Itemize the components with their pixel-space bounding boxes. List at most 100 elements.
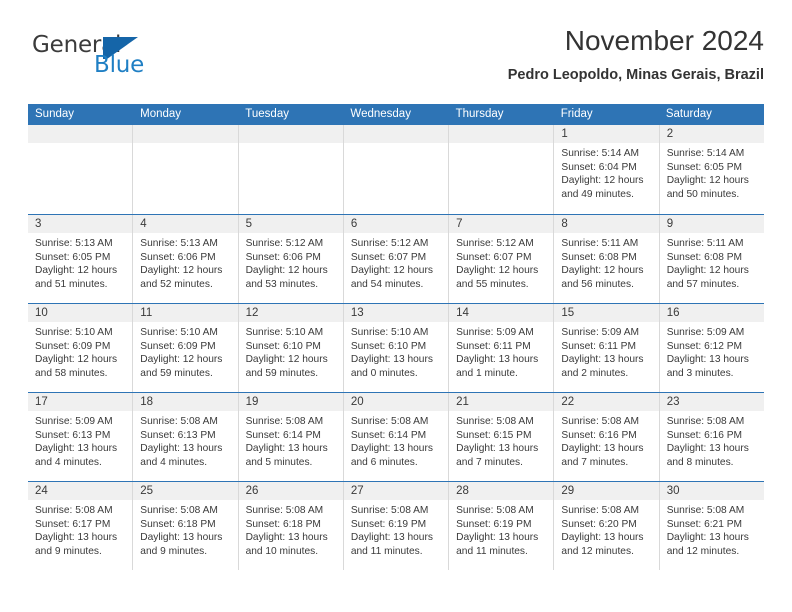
weekday-header-wednesday: Wednesday [350, 108, 411, 120]
calendar-day-cell[interactable]: 16 Sunrise: 5:09 AM Sunset: 6:12 PM Dayligh… [658, 304, 764, 392]
day-sun-info: Sunrise: 5:13 AM Sunset: 6:05 PM Daylight:… [28, 233, 132, 291]
calendar-day-cell[interactable]: 9 Sunrise: 5:11 AM Sunset: 6:08 PM Daylight… [658, 215, 764, 303]
day-number: 10 [28, 304, 133, 322]
daylight-text: Daylight: 12 hours and 51 minutes. [35, 265, 118, 290]
calendar-day-cell-empty [28, 125, 133, 214]
calendar-day-cell[interactable]: 29 Sunrise: 5:08 AM Sunset: 6:20 PM Dayligh… [553, 482, 659, 570]
sunset-text: Sunset: 6:10 PM [245, 340, 321, 352]
day-number: 26 [238, 482, 343, 500]
daylight-text: Daylight: 13 hours and 4 minutes. [35, 443, 118, 468]
day-sun-info: Sunrise: 5:08 AM Sunset: 6:13 PM Daylight:… [133, 411, 237, 469]
sunset-text: Sunset: 6:19 PM [456, 518, 532, 530]
day-number: 13 [343, 304, 449, 322]
day-number: 4 [133, 215, 238, 233]
calendar-day-cell[interactable]: 13 Sunrise: 5:10 AM Sunset: 6:10 PM Dayligh… [342, 304, 449, 392]
calendar-day-cell[interactable]: 12 Sunrise: 5:10 AM Sunset: 6:10 PM Dayligh… [237, 304, 343, 392]
daylight-text: Daylight: 12 hours and 58 minutes. [35, 354, 118, 379]
sunrise-text: Sunrise: 5:08 AM [245, 505, 324, 516]
calendar-day-cell[interactable]: 26 Sunrise: 5:08 AM Sunset: 6:18 PM Dayligh… [237, 482, 343, 570]
calendar-week-row: 17 Sunrise: 5:09 AM Sunset: 6:13 PM Dayligh… [28, 392, 764, 481]
calendar-day-cell[interactable]: 28 Sunrise: 5:08 AM Sunset: 6:19 PM Dayligh… [448, 482, 554, 570]
sunset-text: Sunset: 6:05 PM [35, 251, 111, 263]
sunrise-text: Sunrise: 5:09 AM [35, 416, 113, 427]
calendar-day-cell[interactable]: 5 Sunrise: 5:12 AM Sunset: 6:06 PM Daylight… [237, 215, 343, 303]
calendar-day-cell[interactable]: 25 Sunrise: 5:08 AM Sunset: 6:18 PM Dayligh… [132, 482, 238, 570]
day-number: 12 [238, 304, 343, 322]
calendar-day-cell[interactable]: 7 Sunrise: 5:12 AM Sunset: 6:07 PM Daylight… [448, 215, 554, 303]
calendar-grid: Sunday Monday Tuesday Wednesday Thursday… [28, 104, 764, 570]
calendar-day-cell[interactable]: 21 Sunrise: 5:08 AM Sunset: 6:15 PM Dayligh… [448, 393, 554, 481]
day-sun-info: Sunrise: 5:10 AM Sunset: 6:09 PM Daylight:… [28, 322, 132, 380]
daylight-text: Daylight: 12 hours and 56 minutes. [561, 265, 644, 290]
calendar-week-row: 1 Sunrise: 5:14 AM Sunset: 6:04 PM Daylight… [28, 125, 764, 214]
day-number: 23 [659, 393, 764, 411]
calendar-day-cell[interactable]: 2 Sunrise: 5:14 AM Sunset: 6:05 PM Daylight… [658, 125, 764, 214]
logo-text-blue: Blue [94, 52, 145, 78]
weekday-header-sunday: Sunday [35, 108, 75, 120]
day-number: 29 [554, 482, 659, 500]
calendar-day-cell[interactable]: 23 Sunrise: 5:08 AM Sunset: 6:16 PM Dayligh… [658, 393, 764, 481]
day-number: 1 [554, 125, 659, 143]
sunset-text: Sunset: 6:09 PM [140, 340, 216, 352]
calendar-day-cell[interactable]: 15 Sunrise: 5:09 AM Sunset: 6:11 PM Dayligh… [553, 304, 659, 392]
sunrise-text: Sunrise: 5:08 AM [350, 505, 429, 516]
day-sun-info: Sunrise: 5:08 AM Sunset: 6:19 PM Daylight:… [344, 500, 448, 558]
calendar-day-cell[interactable]: 24 Sunrise: 5:08 AM Sunset: 6:17 PM Dayligh… [28, 482, 133, 570]
day-sun-info: Sunrise: 5:08 AM Sunset: 6:14 PM Daylight:… [239, 411, 343, 469]
sunrise-text: Sunrise: 5:08 AM [666, 505, 745, 516]
day-number: 27 [343, 482, 449, 500]
day-sun-info: Sunrise: 5:08 AM Sunset: 6:19 PM Daylight:… [449, 500, 553, 558]
day-number [238, 125, 343, 143]
day-sun-info: Sunrise: 5:08 AM Sunset: 6:16 PM Daylight:… [660, 411, 764, 469]
day-number [343, 125, 449, 143]
calendar-day-cell[interactable]: 4 Sunrise: 5:13 AM Sunset: 6:06 PM Daylight… [132, 215, 238, 303]
calendar-day-cell[interactable]: 22 Sunrise: 5:08 AM Sunset: 6:16 PM Dayligh… [553, 393, 659, 481]
sunset-text: Sunset: 6:14 PM [350, 429, 427, 441]
day-number: 8 [554, 215, 659, 233]
calendar-day-cell[interactable]: 17 Sunrise: 5:09 AM Sunset: 6:13 PM Dayligh… [28, 393, 133, 481]
calendar-day-cell[interactable]: 10 Sunrise: 5:10 AM Sunset: 6:09 PM Dayligh… [28, 304, 133, 392]
calendar-day-cell[interactable]: 14 Sunrise: 5:09 AM Sunset: 6:11 PM Dayligh… [448, 304, 554, 392]
day-number: 28 [449, 482, 554, 500]
day-sun-info: Sunrise: 5:13 AM Sunset: 6:06 PM Daylight:… [133, 233, 237, 291]
calendar-day-cell[interactable]: 11 Sunrise: 5:10 AM Sunset: 6:09 PM Dayligh… [132, 304, 238, 392]
day-number: 20 [343, 393, 449, 411]
calendar-day-cell[interactable]: 6 Sunrise: 5:12 AM Sunset: 6:07 PM Daylight… [342, 215, 449, 303]
daylight-text: Daylight: 13 hours and 7 minutes. [561, 443, 644, 468]
daylight-text: Daylight: 13 hours and 9 minutes. [35, 532, 118, 557]
calendar-day-cell[interactable]: 1 Sunrise: 5:14 AM Sunset: 6:04 PM Daylight… [553, 125, 659, 214]
day-sun-info: Sunrise: 5:08 AM Sunset: 6:15 PM Daylight:… [449, 411, 553, 469]
sunset-text: Sunset: 6:06 PM [245, 251, 321, 263]
sunset-text: Sunset: 6:15 PM [456, 429, 532, 441]
daylight-text: Daylight: 13 hours and 3 minutes. [666, 354, 749, 379]
day-sun-info: Sunrise: 5:08 AM Sunset: 6:14 PM Daylight:… [344, 411, 448, 469]
day-number: 22 [554, 393, 659, 411]
day-sun-info: Sunrise: 5:08 AM Sunset: 6:20 PM Daylight:… [554, 500, 658, 558]
weekday-header-friday: Friday [560, 108, 593, 120]
general-blue-logo[interactable]: General Blue [32, 32, 212, 86]
sunrise-text: Sunrise: 5:12 AM [245, 238, 324, 249]
calendar-day-cell[interactable]: 19 Sunrise: 5:08 AM Sunset: 6:14 PM Dayligh… [237, 393, 343, 481]
sunset-text: Sunset: 6:11 PM [456, 340, 531, 352]
calendar-day-cell[interactable]: 8 Sunrise: 5:11 AM Sunset: 6:08 PM Daylight… [553, 215, 659, 303]
weekday-header-row: Sunday Monday Tuesday Wednesday Thursday… [28, 104, 764, 125]
day-number: 16 [659, 304, 764, 322]
calendar-week-row: 10 Sunrise: 5:10 AM Sunset: 6:09 PM Dayligh… [28, 303, 764, 392]
daylight-text: Daylight: 13 hours and 11 minutes. [350, 532, 433, 557]
daylight-text: Daylight: 12 hours and 59 minutes. [140, 354, 223, 379]
sunrise-text: Sunrise: 5:12 AM [456, 238, 534, 249]
sunrise-text: Sunrise: 5:10 AM [35, 327, 113, 338]
calendar-weeks: 1 Sunrise: 5:14 AM Sunset: 6:04 PM Daylight… [28, 125, 764, 570]
day-sun-info: Sunrise: 5:11 AM Sunset: 6:08 PM Daylight:… [660, 233, 764, 291]
calendar-day-cell[interactable]: 30 Sunrise: 5:08 AM Sunset: 6:21 PM Dayligh… [658, 482, 764, 570]
calendar-day-cell[interactable]: 18 Sunrise: 5:08 AM Sunset: 6:13 PM Dayligh… [132, 393, 238, 481]
calendar-day-cell[interactable]: 20 Sunrise: 5:08 AM Sunset: 6:14 PM Dayligh… [342, 393, 449, 481]
sunrise-text: Sunrise: 5:08 AM [140, 505, 218, 516]
sunset-text: Sunset: 6:07 PM [456, 251, 532, 263]
sunset-text: Sunset: 6:06 PM [140, 251, 216, 263]
sunset-text: Sunset: 6:12 PM [666, 340, 743, 352]
daylight-text: Daylight: 13 hours and 8 minutes. [666, 443, 749, 468]
daylight-text: Daylight: 12 hours and 57 minutes. [666, 265, 749, 290]
calendar-day-cell[interactable]: 3 Sunrise: 5:13 AM Sunset: 6:05 PM Daylight… [28, 215, 133, 303]
calendar-day-cell[interactable]: 27 Sunrise: 5:08 AM Sunset: 6:19 PM Dayligh… [342, 482, 449, 570]
